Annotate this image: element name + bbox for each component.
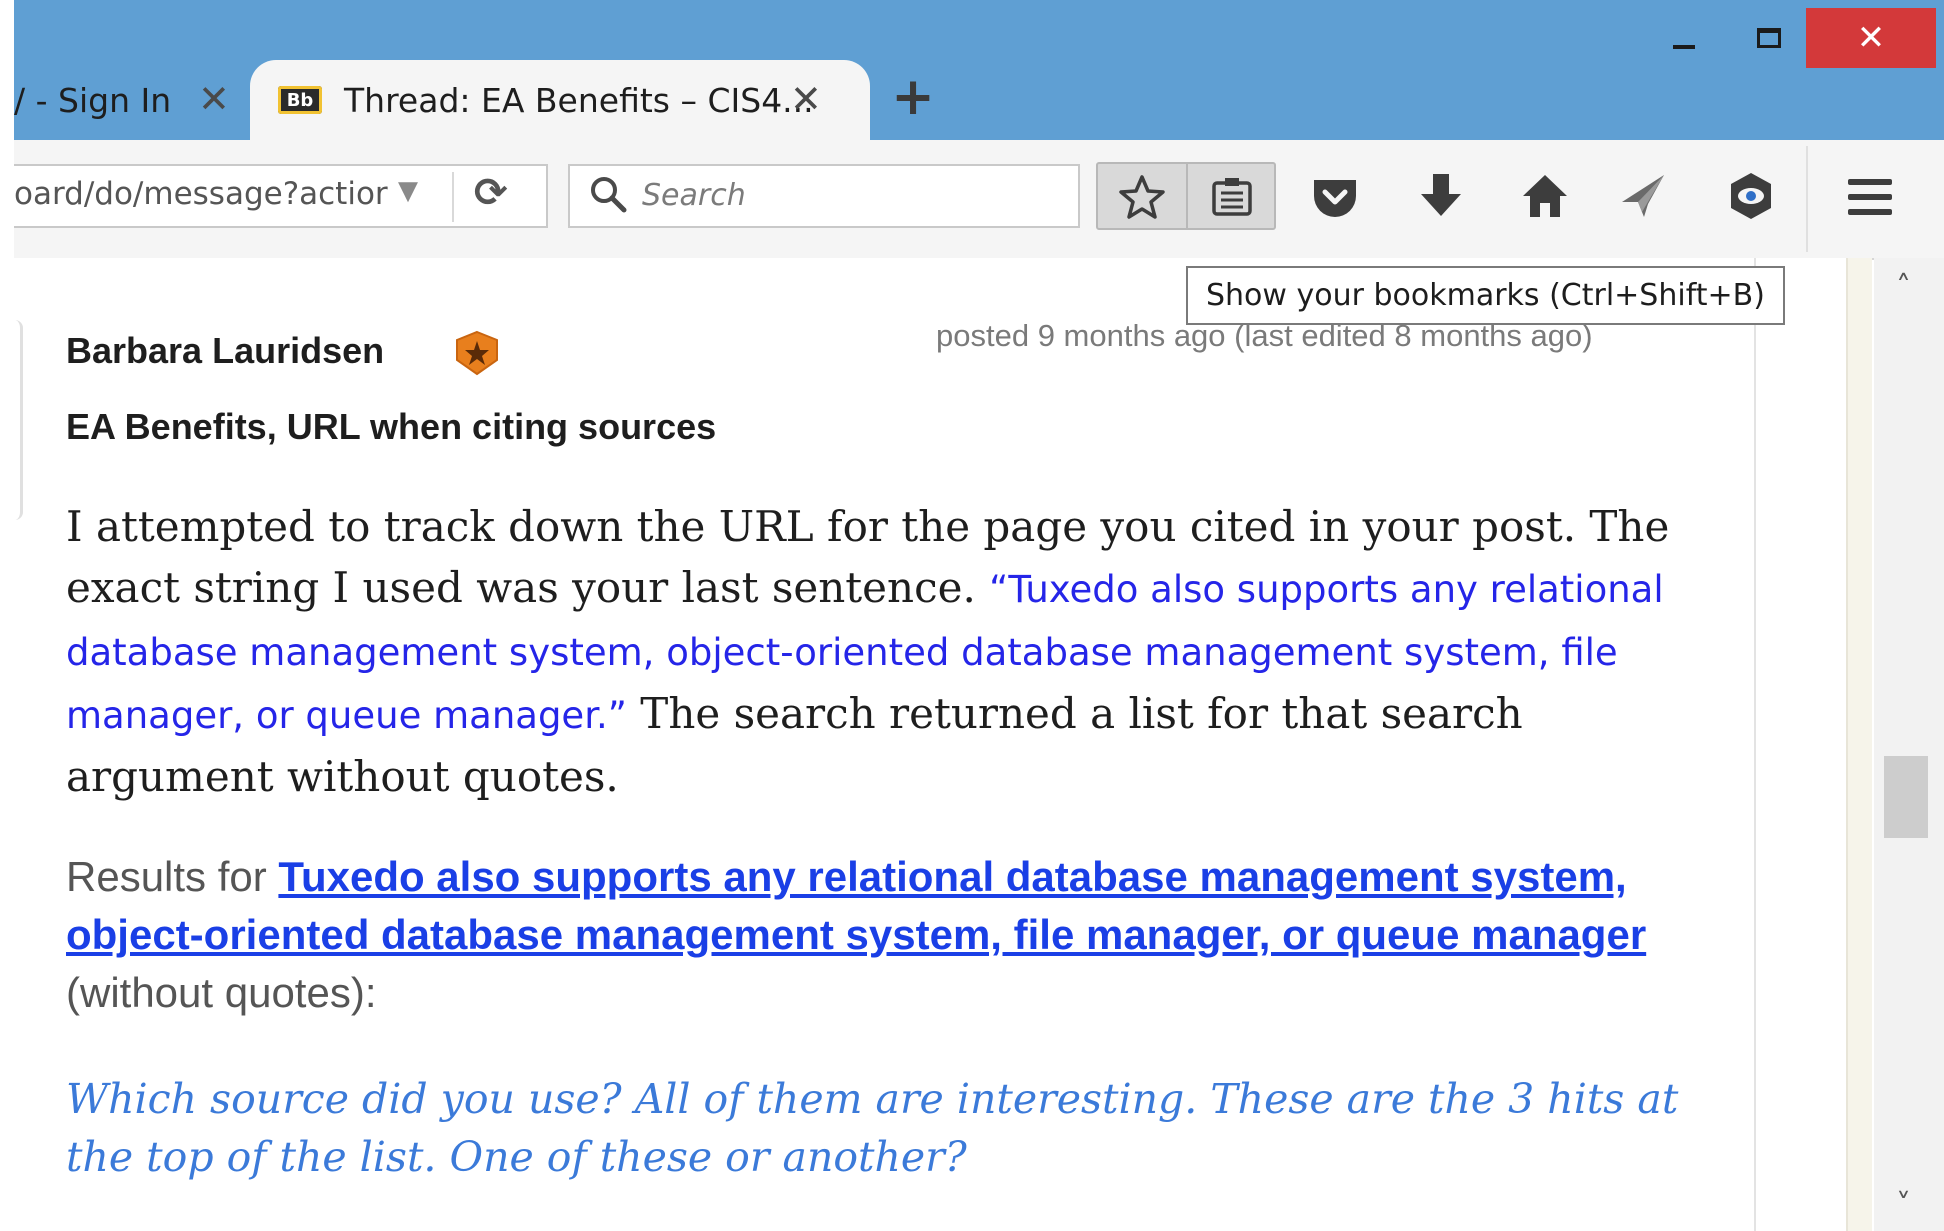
url-bar[interactable]: oard/do/message?actior ▼ ⟳ <box>0 164 548 228</box>
reload-icon[interactable]: ⟳ <box>474 170 508 216</box>
bookmarks-icon[interactable] <box>1210 176 1254 218</box>
download-icon[interactable] <box>1418 172 1464 220</box>
new-tab-button[interactable]: + <box>888 67 938 127</box>
window-left-edge <box>0 0 14 1231</box>
url-history-dropdown-icon[interactable]: ▼ <box>398 176 418 206</box>
results-prefix: Results for <box>66 853 279 900</box>
star-icon[interactable] <box>1118 174 1166 220</box>
vertical-scrollbar[interactable]: ˄ ˅ <box>1874 258 1944 1231</box>
search-input[interactable]: Search <box>568 164 1080 228</box>
post-body: I attempted to track down the URL for th… <box>66 496 1706 807</box>
send-icon[interactable] <box>1618 172 1668 220</box>
url-text[interactable]: oard/do/message?actior <box>14 176 388 212</box>
toolbar-divider <box>1806 146 1808 252</box>
page-content: Barbara Lauridsen posted 9 months ago (l… <box>0 258 1858 1231</box>
menu-icon[interactable] <box>1846 176 1894 218</box>
minimize-button[interactable] <box>1644 8 1724 68</box>
search-results-line: Results for Tuxedo also supports any rel… <box>66 848 1686 1022</box>
post-question: Which source did you use? All of them ar… <box>66 1075 1679 1181</box>
close-tab-icon[interactable]: ✕ <box>790 80 822 118</box>
post-author[interactable]: Barbara Lauridsen <box>66 330 384 372</box>
scroll-down-icon[interactable]: ˅ <box>1896 1188 1911 1223</box>
bookmark-button-group <box>1096 162 1276 230</box>
tab-thread-ea-benefits[interactable]: Bb Thread: EA Benefits – CIS4... ✕ <box>250 60 870 140</box>
content-right-border <box>1754 258 1756 1231</box>
search-icon <box>591 177 627 213</box>
home-icon[interactable] <box>1520 172 1570 220</box>
close-icon: ✕ <box>1856 18 1886 58</box>
author-badge-icon <box>456 330 498 376</box>
close-tab-icon[interactable]: ✕ <box>198 80 230 118</box>
search-results-link[interactable]: Tuxedo also supports any relational data… <box>66 853 1646 958</box>
tab-sign-in[interactable]: / - Sign In ✕ <box>14 60 246 140</box>
navigation-toolbar: oard/do/message?actior ▼ ⟳ Search <box>0 140 1944 260</box>
maximize-button[interactable] <box>1724 8 1814 68</box>
bookmarks-tooltip: Show your bookmarks (Ctrl+Shift+B) <box>1186 266 1785 325</box>
pocket-icon[interactable] <box>1310 176 1360 220</box>
page-side-strip <box>1846 258 1872 1231</box>
post-subject: EA Benefits, URL when citing sources <box>66 406 717 447</box>
scroll-up-icon[interactable]: ˄ <box>1896 270 1911 305</box>
minimize-icon <box>1673 45 1695 49</box>
scrollbar-thumb[interactable] <box>1884 756 1928 838</box>
maximize-icon <box>1757 28 1781 48</box>
search-placeholder: Search <box>642 178 746 213</box>
bookmark-group-divider <box>1186 164 1188 228</box>
blackboard-favicon-icon: Bb <box>278 86 322 114</box>
url-divider <box>452 172 454 222</box>
results-suffix: (without quotes): <box>66 969 377 1016</box>
tab-label: / - Sign In <box>14 80 172 120</box>
tab-label: Thread: EA Benefits – CIS4... <box>344 80 814 120</box>
privacy-icon[interactable] <box>1726 170 1776 222</box>
close-window-button[interactable]: ✕ <box>1806 8 1936 68</box>
